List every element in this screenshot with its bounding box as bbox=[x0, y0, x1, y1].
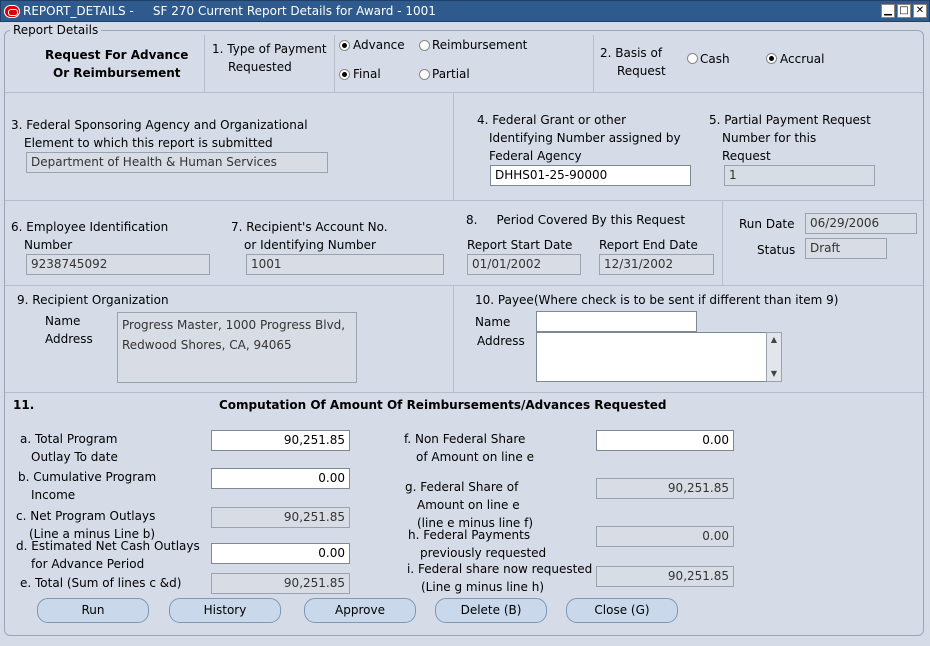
ein-field: 9238745092 bbox=[26, 254, 210, 275]
end-date-label: Report End Date bbox=[599, 238, 698, 252]
partial-request-label-3: Request bbox=[722, 149, 771, 163]
close-icon[interactable]: ✕ bbox=[913, 4, 927, 18]
status-label: Status bbox=[757, 243, 796, 257]
account-field: 1001 bbox=[246, 254, 444, 275]
start-date-field: 01/01/2002 bbox=[467, 254, 581, 275]
cash-radio[interactable] bbox=[687, 53, 698, 64]
account-label: 7. Recipient's Account No. bbox=[231, 220, 388, 234]
line-d-field[interactable]: 0.00 bbox=[211, 543, 350, 564]
line-f-label-2: of Amount on line e bbox=[416, 450, 534, 464]
final-label: Final bbox=[353, 67, 381, 81]
recipient-address-label: Address bbox=[45, 332, 93, 346]
payee-label: 10. Payee(Where check is to be sent if d… bbox=[475, 293, 839, 307]
ein-label: 6. Employee Identification bbox=[11, 220, 169, 234]
line-a-field[interactable]: 90,251.85 bbox=[211, 430, 350, 451]
period-label: 8. Period Covered By this Request bbox=[466, 213, 686, 227]
recipient-address-line-2: Redwood Shores, CA, 94065 bbox=[122, 338, 292, 352]
payment-type-label: 1. Type of Payment bbox=[212, 42, 327, 56]
reimbursement-radio[interactable] bbox=[419, 40, 430, 51]
status-field: Draft bbox=[805, 238, 887, 259]
line-f-field[interactable]: 0.00 bbox=[596, 430, 734, 451]
advance-label: Advance bbox=[353, 38, 405, 52]
line-c-label: c. Net Program Outlays bbox=[16, 509, 156, 523]
line-g-label-2: Amount on line e bbox=[417, 498, 520, 512]
line-b-field[interactable]: 0.00 bbox=[211, 468, 350, 489]
run-button[interactable]: Run bbox=[37, 598, 149, 623]
agency-label-2: Element to which this report is submitte… bbox=[24, 136, 273, 150]
line-a-label-2: Outlay To date bbox=[31, 450, 118, 464]
grant-number-label-3: Federal Agency bbox=[489, 149, 582, 163]
ein-label-2: Number bbox=[24, 238, 73, 252]
frame-title: Report Details bbox=[10, 23, 102, 37]
partial-request-field: 1 bbox=[724, 165, 875, 186]
payee-address-input[interactable] bbox=[536, 332, 767, 382]
payee-name-input[interactable] bbox=[536, 311, 697, 332]
line-d-label: d. Estimated Net Cash Outlays bbox=[16, 539, 200, 553]
line-i-field: 90,251.85 bbox=[596, 566, 734, 587]
line-a-label: a. Total Program bbox=[20, 432, 118, 446]
recipient-address-line-1: Progress Master, 1000 Progress Blvd, bbox=[122, 318, 346, 332]
line-e-label: e. Total (Sum of lines c &d) bbox=[20, 576, 182, 590]
cash-label: Cash bbox=[700, 52, 730, 66]
line-f-label: f. Non Federal Share bbox=[404, 432, 526, 446]
partial-radio[interactable] bbox=[419, 69, 430, 80]
window-title: REPORT_DETAILS - SF 270 Current Report D… bbox=[23, 4, 436, 18]
scroll-up-icon[interactable]: ▲ bbox=[767, 333, 781, 347]
accrual-label: Accrual bbox=[780, 52, 825, 66]
final-radio[interactable] bbox=[339, 69, 350, 80]
request-title-line-2: Or Reimbursement bbox=[53, 66, 181, 80]
request-title-line-1: Request For Advance bbox=[45, 48, 189, 62]
maximize-icon[interactable]: □ bbox=[897, 4, 911, 18]
payee-address-scrollbar[interactable]: ▲ ▼ bbox=[766, 332, 782, 382]
line-b-label: b. Cumulative Program bbox=[18, 470, 157, 484]
accrual-radio[interactable] bbox=[766, 53, 777, 64]
recipient-label: 9. Recipient Organization bbox=[17, 293, 169, 307]
line-e-field: 90,251.85 bbox=[211, 573, 350, 594]
line-d-label-2: for Advance Period bbox=[31, 557, 145, 571]
basis-label-2: Request bbox=[617, 64, 666, 78]
line-h-field: 0.00 bbox=[596, 526, 734, 547]
approve-button[interactable]: Approve bbox=[304, 598, 416, 623]
line-b-label-2: Income bbox=[31, 488, 76, 502]
oracle-app-icon bbox=[4, 5, 20, 18]
end-date-field: 12/31/2002 bbox=[599, 254, 714, 275]
line-i-label-2: (Line g minus line h) bbox=[421, 580, 544, 594]
advance-radio[interactable] bbox=[339, 40, 350, 51]
recipient-address-field: Progress Master, 1000 Progress Blvd, Red… bbox=[117, 312, 357, 383]
grant-number-label-2: Identifying Number assigned by bbox=[489, 131, 681, 145]
title-bar: REPORT_DETAILS - SF 270 Current Report D… bbox=[0, 0, 930, 22]
history-button[interactable]: History bbox=[169, 598, 281, 623]
minimize-icon[interactable]: ▁ bbox=[881, 4, 895, 18]
scroll-down-icon[interactable]: ▼ bbox=[767, 367, 781, 381]
grant-number-field[interactable]: DHHS01-25-90000 bbox=[490, 165, 691, 186]
close-button[interactable]: Close (G) bbox=[566, 598, 678, 623]
payee-name-label: Name bbox=[475, 315, 511, 329]
start-date-label: Report Start Date bbox=[467, 238, 573, 252]
computation-title: Computation Of Amount Of Reimbursements/… bbox=[219, 398, 667, 412]
computation-number: 11. bbox=[13, 398, 35, 412]
grant-number-label: 4. Federal Grant or other bbox=[477, 113, 627, 127]
partial-request-label-2: Number for this bbox=[722, 131, 817, 145]
partial-label: Partial bbox=[432, 67, 470, 81]
payment-type-label-2: Requested bbox=[228, 60, 292, 74]
agency-field: Department of Health & Human Services bbox=[26, 152, 328, 173]
account-label-2: or Identifying Number bbox=[244, 238, 376, 252]
line-g-field: 90,251.85 bbox=[596, 478, 734, 499]
basis-label: 2. Basis of bbox=[600, 46, 663, 60]
line-g-label: g. Federal Share of bbox=[405, 480, 519, 494]
agency-label: 3. Federal Sponsoring Agency and Organiz… bbox=[11, 118, 308, 132]
payee-address-label: Address bbox=[477, 334, 525, 348]
reimbursement-label: Reimbursement bbox=[432, 38, 528, 52]
line-i-label: i. Federal share now requested bbox=[407, 562, 593, 576]
delete-button[interactable]: Delete (B) bbox=[435, 598, 547, 623]
line-c-field: 90,251.85 bbox=[211, 507, 350, 528]
run-date-field: 06/29/2006 bbox=[805, 213, 917, 234]
run-date-label: Run Date bbox=[739, 217, 795, 231]
recipient-name-label: Name bbox=[45, 314, 81, 328]
partial-request-label: 5. Partial Payment Request bbox=[709, 113, 871, 127]
line-h-label: h. Federal Payments bbox=[408, 528, 531, 542]
